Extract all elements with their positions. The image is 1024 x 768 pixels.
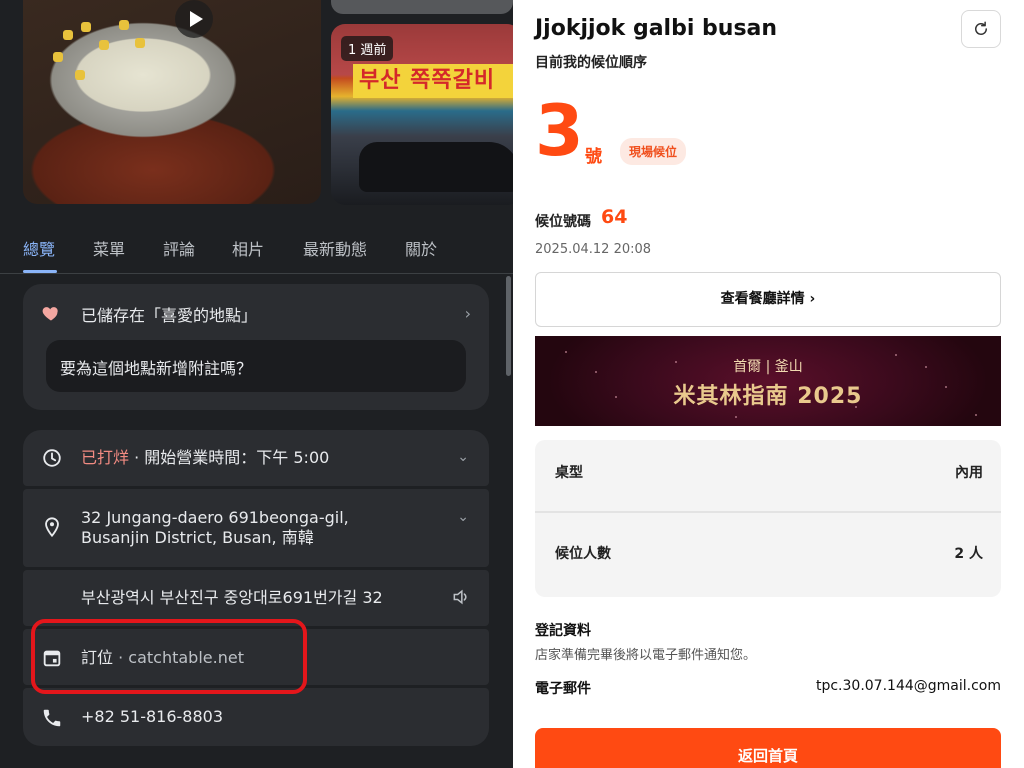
- photo-age-tag: 1 週前: [341, 36, 394, 61]
- party-size-label: 候位人數: [555, 546, 611, 562]
- phone-number: +82 51-816-8803: [81, 707, 224, 726]
- queue-number: 64: [601, 206, 628, 228]
- restaurant-title: Jjokjjok galbi busan: [535, 16, 778, 41]
- opening-time: 開始營業時間：下午 5:00: [144, 448, 330, 467]
- back-to-home-button[interactable]: 返回首頁: [535, 728, 1001, 768]
- view-restaurant-details-button[interactable]: 查看餐廳詳情 ›: [535, 272, 1001, 327]
- korean-address-row[interactable]: 부산광역시 부산진구 중앙대로691번가길 32: [23, 570, 489, 626]
- corn-dot: [81, 22, 91, 32]
- queue-position: 3: [535, 90, 584, 172]
- registration-description: 店家準備完畢後將以電子郵件通知您。: [535, 648, 757, 663]
- chevron-down-icon: ⌄: [457, 509, 469, 525]
- saved-card: 已儲存在「喜愛的地點」 › 要為這個地點新增附註嗎？: [23, 284, 489, 410]
- corn-dot: [99, 40, 109, 50]
- queue-number-label: 候位號碼: [535, 214, 591, 230]
- tab-updates[interactable]: 最新動態: [303, 236, 367, 260]
- car-shape: [359, 142, 513, 192]
- phone-icon: [43, 709, 61, 727]
- queue-position-unit: 號: [585, 147, 602, 167]
- reservation-info-box: 桌型 內用 候位人數 2 人: [535, 440, 1001, 597]
- tab-about[interactable]: 關於: [405, 236, 437, 260]
- address-line-2: Busanjin District, Busan, 南韓: [81, 528, 314, 547]
- saved-list-label: 已儲存在「喜愛的地點」: [81, 306, 258, 325]
- saved-list-row[interactable]: 已儲存在「喜愛的地點」 ›: [41, 302, 471, 325]
- corn-dot: [75, 70, 85, 80]
- hours-separator: ·: [129, 448, 145, 467]
- store-sign: 부산 쪽쪽갈비: [353, 64, 513, 98]
- party-size-value: 2 人: [954, 546, 983, 562]
- table-type-label: 桌型: [555, 465, 583, 481]
- hours-text: 已打烊 · 開始營業時間：下午 5:00: [81, 448, 329, 468]
- sparkle: [735, 416, 737, 418]
- corn-dot: [135, 38, 145, 48]
- corn-dot: [63, 30, 73, 40]
- corn-dot: [119, 20, 129, 30]
- corn-dot: [53, 52, 63, 62]
- table-type-value: 內用: [955, 465, 983, 481]
- refresh-icon: [975, 21, 987, 35]
- location-pin-icon: [45, 517, 59, 538]
- tab-photos[interactable]: 相片: [232, 236, 264, 260]
- heart-icon: [42, 307, 58, 321]
- banner-title: 米其林指南 2025: [673, 384, 863, 409]
- food-photo[interactable]: [23, 0, 321, 204]
- maps-place-panel: 1 週前 부산 쪽쪽갈비 總覽 菜單 評論 相片 最新動態 關於 已儲存在「喜愛…: [0, 0, 513, 768]
- registration-title: 登記資料: [535, 623, 591, 639]
- speaker-icon[interactable]: [451, 587, 471, 607]
- sparkle: [975, 414, 977, 416]
- queue-subtitle: 目前我的候位順序: [535, 55, 647, 71]
- phone-row[interactable]: +82 51-816-8803: [23, 688, 489, 746]
- tab-menu[interactable]: 菜單: [93, 236, 125, 260]
- queue-datetime: 2025.04.12 20:08: [535, 242, 652, 257]
- closed-status: 已打烊: [81, 448, 130, 467]
- clock-icon: [43, 449, 61, 467]
- address-line-1: 32 Jungang-daero 691beonga-gil,: [81, 508, 349, 527]
- sparkle: [565, 351, 567, 353]
- walk-in-badge: 現場候位: [620, 138, 687, 165]
- michelin-banner[interactable]: 首爾 | 釜山 米其林指南 2025: [535, 336, 1001, 426]
- waitlist-panel: Jjokjjok galbi busan 目前我的候位順序 3 號 現場候位 候…: [513, 0, 1024, 768]
- tab-reviews[interactable]: 評論: [163, 236, 195, 260]
- chevron-right-icon: ›: [464, 304, 471, 323]
- add-note-input[interactable]: 要為這個地點新增附註嗎？: [46, 340, 466, 392]
- play-icon[interactable]: [175, 0, 213, 38]
- divider: [535, 511, 1001, 513]
- address-row[interactable]: 32 Jungang-daero 691beonga-gil, Busanjin…: [23, 489, 489, 567]
- active-tab-indicator: [23, 270, 57, 273]
- place-tabs: 總覽 菜單 評論 相片 最新動態 關於: [0, 218, 513, 274]
- email-value: tpc.30.07.144@gmail.com: [815, 678, 1001, 694]
- highlight-annotation: [31, 619, 307, 694]
- banner-cities: 首爾 | 釜山: [733, 359, 803, 375]
- korean-address: 부산광역시 부산진구 중앙대로691번가길 32: [81, 588, 383, 607]
- email-label: 電子郵件: [535, 681, 591, 697]
- tab-overview[interactable]: 總覽: [23, 236, 55, 260]
- refresh-button[interactable]: [961, 10, 1001, 48]
- scrollbar[interactable]: [506, 276, 511, 376]
- thumbnail-photo[interactable]: [331, 0, 513, 14]
- storefront-photo[interactable]: 1 週前 부산 쪽쪽갈비: [331, 24, 513, 205]
- chevron-down-icon: ⌄: [457, 449, 469, 465]
- hours-row[interactable]: 已打烊 · 開始營業時間：下午 5:00 ⌄: [23, 430, 489, 486]
